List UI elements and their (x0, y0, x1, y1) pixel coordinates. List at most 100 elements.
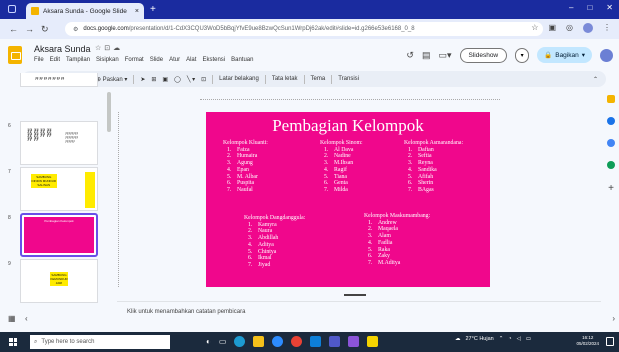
battery-icon[interactable]: ▭ (526, 336, 531, 342)
maximize-button[interactable]: □ (587, 3, 592, 12)
background-button[interactable]: Latar belakang (219, 76, 259, 82)
expand-panel-icon[interactable]: › (612, 314, 615, 323)
taskbar-clock[interactable]: 16:12 05/02/2024 (576, 335, 599, 347)
meet-icon[interactable]: ▭▾ (438, 50, 451, 61)
text-box-icon[interactable]: ⊞ (151, 76, 156, 83)
group-asmarandana[interactable]: Kelompok Asmarandana: 1. Daftan 2. Seftia … (404, 140, 463, 194)
cloud-status-icon[interactable]: ☁ (113, 45, 123, 52)
browser-menu-icon[interactable]: ⋮ (603, 23, 611, 33)
slide-canvas[interactable]: Pembagian Kelompok Kelompok Kluanti: 1. F… (206, 112, 490, 287)
member-list: 1. Andrew 2. Maqaela 3. Alam 4. Fadlia 5. Rak… (364, 220, 430, 267)
speaker-notes[interactable]: Klik untuk menambahkan catatan pembicara (117, 301, 601, 329)
menu-format[interactable]: Format (125, 57, 144, 63)
collapse-filmstrip-icon[interactable]: ‹ (25, 314, 28, 323)
extensions-icon[interactable]: ◎ (566, 23, 573, 33)
group-dangdanggula[interactable]: Kelompok Dangdanggula: 1. Kamyra 2. Naura … (244, 215, 305, 269)
weather-text[interactable]: 27°C Hujan (466, 336, 494, 342)
menu-edit[interactable]: Edit (50, 57, 60, 63)
windows-start-icon[interactable] (9, 338, 17, 346)
tab-list-icon[interactable] (8, 5, 16, 13)
browser-tab[interactable]: Aksara Sunda - Google Slide × (26, 3, 144, 19)
close-window-button[interactable]: ✕ (606, 3, 613, 12)
add-ons-icon[interactable]: + (608, 183, 614, 194)
keep-icon[interactable] (607, 95, 615, 103)
weather-icon[interactable]: ☁ (455, 336, 461, 342)
tab-close-icon[interactable]: × (135, 8, 139, 15)
slide-title[interactable]: Pembagian Kelompok (206, 116, 490, 136)
notification-center-icon[interactable] (606, 337, 614, 346)
minimize-button[interactable]: ‒ (569, 3, 573, 12)
slide-thumbnail-9[interactable]: SAMBUNG KEMUNDUR JARI (20, 259, 98, 303)
new-tab-button[interactable]: + (150, 4, 156, 15)
reload-icon[interactable]: ↻ (41, 24, 49, 35)
url-input[interactable]: ⚙ docs.google.com /presentation/d/1-CdX3… (65, 22, 543, 36)
zoom-select[interactable]: ⊕ Paskan ▾ (96, 76, 127, 83)
select-cursor-icon[interactable]: ➤ (140, 76, 145, 83)
file-explorer-icon[interactable] (253, 336, 265, 347)
filmstrip-scrollbar[interactable] (107, 92, 111, 132)
menu-view[interactable]: Tampilan (66, 57, 90, 63)
slide-thumbnail-5[interactable]: ᮞ ᮞ ᮞ ᮞ ᮞ ᮞ ᮞ (20, 73, 98, 87)
slide-thumbnail-7[interactable]: SAMBUNG DINDIN MUNDUR SALINAN (20, 167, 98, 211)
comment-add-icon[interactable]: ⊡ (201, 76, 206, 83)
menu-arrange[interactable]: Atur (169, 57, 180, 63)
teams-icon[interactable] (329, 336, 341, 347)
chrome-icon[interactable] (291, 336, 303, 347)
back-icon[interactable]: ← (9, 24, 18, 34)
widgets-icon[interactable]: ◐ (206, 337, 211, 346)
group-kluanti[interactable]: Kelompok Kluanti: 1. Faiza 2. Humaira 3. Ag… (223, 140, 268, 194)
group-maskumambang[interactable]: Kelompok Maskumambang: 1. Andrew 2. Maqael… (364, 213, 430, 267)
zoom-app-icon[interactable] (272, 336, 284, 347)
slide-thumbnail-6[interactable]: ᮞ ᮞ ᮞ ᮞᮞ ᮞ ᮞ ᮞᮞ ᮞ ᮞᮞᮞᮞ ᮞᮞᮞᮞ ᮞᮞᮞ (20, 121, 98, 165)
menu-bar: File Edit Tampilan Sisipkan Format Slide… (34, 57, 253, 63)
volume-icon[interactable]: ◁ (517, 336, 521, 342)
contacts-icon[interactable] (607, 139, 615, 147)
account-avatar[interactable] (600, 48, 613, 62)
slideshow-button[interactable]: Slideshow (459, 47, 508, 63)
share-button[interactable]: 🔒 Bagikan ▾ (537, 47, 592, 63)
move-folder-icon[interactable]: ⊡ (104, 45, 113, 52)
list-item: 5. Tiana (324, 173, 347, 180)
line-icon[interactable]: ╲ ▾ (187, 76, 195, 83)
network-icon[interactable]: ◔ (508, 336, 511, 342)
menu-insert[interactable]: Sisipkan (96, 57, 119, 63)
grid-view-icon[interactable]: ▦ (8, 314, 16, 323)
tray-chevron-icon[interactable]: ⌃ (499, 336, 504, 342)
forward-icon[interactable]: → (25, 24, 34, 34)
theme-button[interactable]: Tema (311, 76, 326, 82)
document-title[interactable]: Aksara Sunda (34, 44, 91, 54)
task-view-icon[interactable]: ▭ (219, 337, 227, 346)
maps-icon[interactable] (607, 161, 615, 169)
menu-file[interactable]: File (34, 57, 44, 63)
sidepanel-icon[interactable]: ▣ (548, 23, 556, 33)
collapse-toolbar-icon[interactable]: ⌃ (593, 76, 598, 83)
image-icon[interactable]: ▣ (162, 76, 168, 83)
browser-profile-avatar[interactable] (583, 23, 593, 33)
site-info-icon[interactable]: ⚙ (73, 26, 78, 33)
menu-slide[interactable]: Slide (150, 57, 163, 63)
history-icon[interactable]: ↺ (406, 50, 414, 61)
notes-resize-handle[interactable] (344, 294, 366, 296)
menu-help[interactable]: Bantuan (231, 57, 253, 63)
sticky-notes-icon[interactable] (367, 336, 379, 347)
toolbar-divider (303, 74, 305, 84)
comments-icon[interactable]: ▤ (422, 50, 431, 61)
bookmark-star-icon[interactable]: ☆ (531, 23, 538, 33)
shape-icon[interactable]: ◯ (174, 76, 181, 83)
mail-icon[interactable] (310, 336, 322, 347)
chevron-down-icon: ▾ (581, 52, 585, 59)
edge-icon[interactable] (234, 336, 246, 347)
layout-button[interactable]: Tata letak (272, 76, 298, 82)
star-icon[interactable]: ☆ (95, 45, 104, 52)
transition-button[interactable]: Transisi (338, 76, 359, 82)
menu-extensions[interactable]: Ekstensi (202, 57, 225, 63)
list-item: 4. Sandika (408, 166, 437, 173)
store-icon[interactable] (348, 336, 360, 347)
group-sinom[interactable]: Kelompok Sinom: 1. Al Dava 2. Nadine 3. M.I… (320, 140, 363, 194)
slideshow-options-button[interactable]: ▾ (515, 47, 530, 63)
tasks-icon[interactable] (607, 117, 615, 125)
taskbar-search-input[interactable]: ⌕ Type here to search (30, 335, 170, 349)
menu-tools[interactable]: Alat (186, 57, 196, 63)
slide-thumbnail-8-selected[interactable]: Pembagian Kelompok (20, 213, 98, 257)
slides-logo-icon[interactable] (8, 46, 22, 64)
